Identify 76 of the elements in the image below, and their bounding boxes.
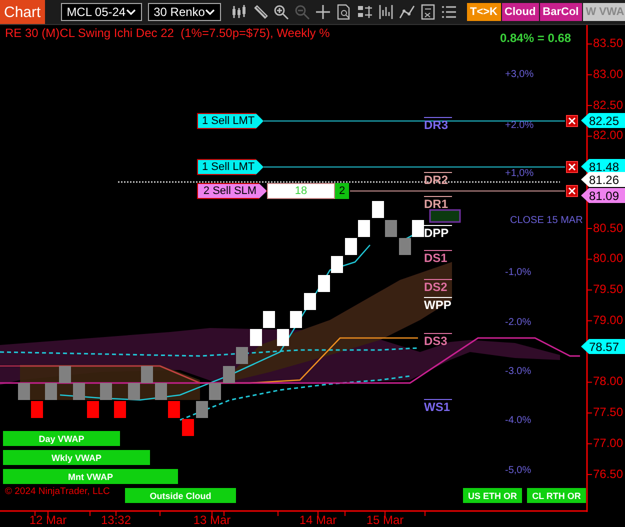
- indicator-button[interactable]: Mnt VWAP: [3, 469, 178, 484]
- indicator-button[interactable]: Outside Cloud: [125, 488, 236, 503]
- pivot-label: DR3: [424, 117, 452, 132]
- indicator-button[interactable]: CL RTH OR: [527, 488, 586, 503]
- percent-label: -4.0%: [505, 415, 532, 426]
- order-count: 2: [335, 183, 349, 199]
- toggle-button[interactable]: Cloud: [502, 3, 539, 21]
- time-axis-label: 15 Mar: [365, 513, 405, 527]
- time-axis-label: 13 Mar: [192, 513, 232, 527]
- time-axis-label: 12 Mar: [28, 513, 68, 527]
- percent-label: -5,0%: [505, 465, 532, 476]
- close-icon[interactable]: [566, 161, 578, 173]
- pivot-label: DR1: [424, 196, 452, 211]
- calculator-icon[interactable]: [420, 4, 436, 20]
- close-icon[interactable]: [566, 115, 578, 127]
- indicator-button[interactable]: Wkly VWAP: [3, 450, 150, 465]
- toggle-button[interactable]: W VWA: [582, 3, 625, 21]
- price-axis-label: 76.50: [593, 466, 624, 480]
- price-axis-label: 77.00: [593, 436, 624, 450]
- data-box-icon[interactable]: [356, 4, 373, 20]
- crosshair-icon[interactable]: [314, 4, 331, 20]
- price-axis-label: 82.50: [593, 98, 624, 112]
- price-axis-label: 80.00: [593, 251, 624, 266]
- price-marker: 82.25: [581, 113, 625, 128]
- chart-title: RE 30 (M)CL Swing Ichi Dec 22 (1%=7.50p=$75), Weekly %: [5, 26, 330, 40]
- quantity-field[interactable]: 18: [267, 183, 335, 199]
- price-marker: 81.26: [581, 172, 625, 187]
- toggle-button[interactable]: T<>K: [466, 3, 500, 21]
- indicator-button[interactable]: Day VWAP: [3, 431, 120, 446]
- pivot-label: DS1: [424, 250, 452, 265]
- pivot-label: DPP: [424, 225, 452, 240]
- price-axis-label: 83.00: [593, 66, 624, 81]
- price-marker: 81.09: [581, 188, 625, 203]
- time-axis-label: 13:32: [100, 513, 132, 527]
- chart-menu-button[interactable]: Chart: [0, 0, 45, 24]
- order-label[interactable]: 1 Sell LMT: [197, 113, 264, 129]
- copyright-text: © 2024 NinjaTrader, LLC: [5, 486, 110, 497]
- percent-label: +3,0%: [505, 69, 534, 80]
- price-axis-label: 83.50: [593, 36, 624, 50]
- percent-label: -2.0%: [505, 317, 532, 328]
- time-axis-label: 14 Mar: [298, 513, 338, 527]
- indicator-button[interactable]: US ETH OR: [463, 488, 522, 503]
- position-marker: [429, 209, 461, 223]
- pivot-label: DS2: [424, 279, 452, 294]
- instrument-dropdown[interactable]: MCL 05-24: [60, 3, 142, 21]
- caret-icon: [204, 9, 215, 15]
- candlestick-icon[interactable]: [230, 4, 247, 20]
- bar-type-dropdown[interactable]: 30 Renko: [148, 3, 221, 21]
- pivot-label: DS3: [424, 333, 452, 348]
- price-axis-label: 79.00: [593, 312, 624, 327]
- pivot-label: WS1: [424, 399, 452, 414]
- price-marker: 78.57: [581, 339, 625, 354]
- pencil-icon[interactable]: [252, 4, 268, 20]
- document-search-icon[interactable]: [336, 4, 352, 20]
- pivot-label: DR2: [424, 172, 452, 187]
- list-icon[interactable]: [440, 4, 457, 20]
- order-label[interactable]: 2 Sell SLM: [197, 183, 267, 199]
- percent-label: -1,0%: [505, 267, 532, 278]
- close-label: CLOSE 15 MAR: [510, 215, 583, 226]
- close-icon[interactable]: [566, 185, 578, 197]
- percent-label: -3.0%: [505, 366, 532, 377]
- price-axis-label: 79.50: [593, 282, 624, 296]
- price-axis-label: 82.00: [593, 128, 624, 142]
- pivot-label: WPP: [424, 297, 452, 312]
- price-axis-label: 80.50: [593, 220, 624, 234]
- price-axis-label: 78.00: [593, 374, 624, 388]
- percent-label: +1,0%: [505, 168, 534, 179]
- percent-label: +2.0%: [505, 120, 534, 131]
- zoom-in-icon[interactable]: [272, 4, 289, 20]
- order-label[interactable]: 1 Sell LMT: [197, 159, 264, 175]
- caret-icon: [126, 9, 136, 15]
- toggle-button[interactable]: BarCol: [540, 3, 582, 21]
- line-chart-icon[interactable]: [398, 4, 415, 20]
- chart-frame-icon[interactable]: [378, 4, 394, 20]
- price-axis-label: 77.50: [593, 405, 624, 419]
- change-readout: 0.84% = 0.68: [500, 31, 572, 45]
